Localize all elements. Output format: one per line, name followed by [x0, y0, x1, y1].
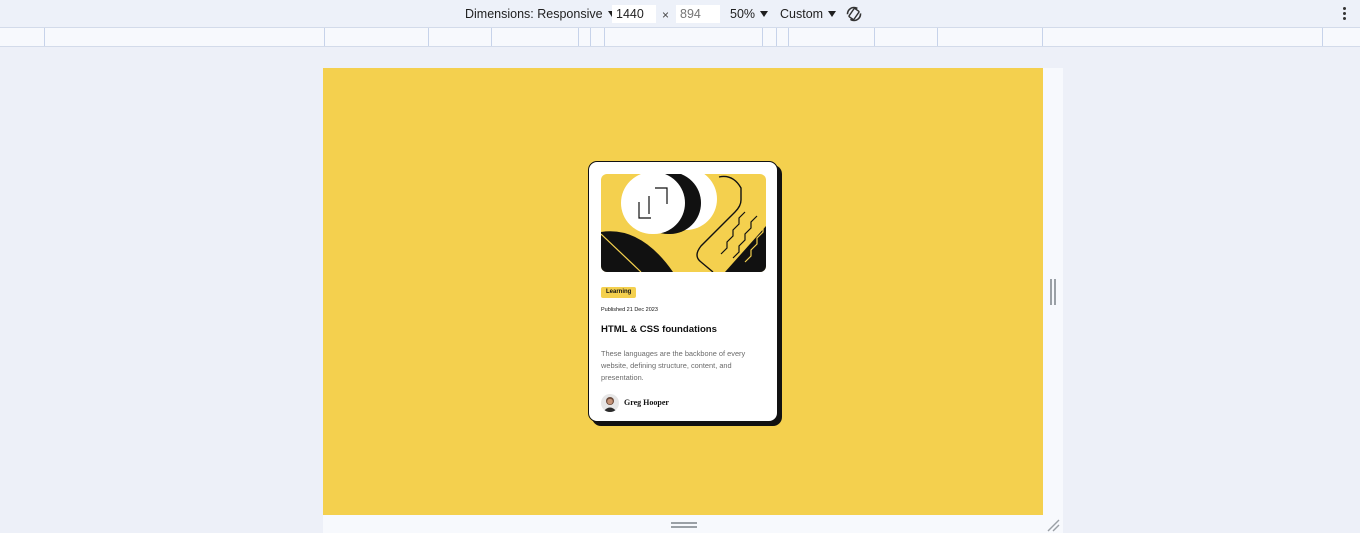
width-input[interactable]	[612, 5, 656, 23]
zoom-label: 50%	[730, 7, 756, 21]
device-toolbar: Dimensions: Responsive × 50% Custom	[0, 0, 1360, 28]
blog-preview-card: Learning Published 21 Dec 2023 HTML & CS…	[588, 161, 778, 422]
rotate-icon[interactable]	[845, 5, 863, 23]
dimensions-label: Dimensions: Responsive	[465, 7, 603, 21]
card-illustration	[601, 174, 766, 272]
card-description: These languages are the backbone of ever…	[601, 349, 746, 382]
resize-grip-icon[interactable]	[671, 522, 697, 528]
media-query-ruler	[0, 28, 1360, 47]
more-options-icon[interactable]	[1338, 7, 1350, 21]
zoom-dropdown[interactable]: 50%	[730, 0, 769, 28]
dimensions-dropdown[interactable]: Dimensions: Responsive	[465, 0, 616, 28]
throttle-dropdown[interactable]: Custom	[780, 0, 837, 28]
category-badge: Learning	[601, 287, 637, 298]
resize-grip-icon[interactable]	[1050, 279, 1056, 305]
throttle-label: Custom	[780, 7, 824, 21]
times-symbol: ×	[662, 8, 670, 22]
author-name: Greg Hooper	[624, 398, 669, 407]
height-input[interactable]	[676, 5, 720, 23]
published-date: Published 21 Dec 2023	[601, 307, 658, 313]
chevron-down-icon	[760, 11, 769, 17]
card-title[interactable]: HTML & CSS foundations	[601, 324, 717, 335]
avatar	[601, 394, 619, 412]
corner-resize-icon[interactable]	[1046, 518, 1060, 532]
chevron-down-icon	[828, 11, 837, 17]
